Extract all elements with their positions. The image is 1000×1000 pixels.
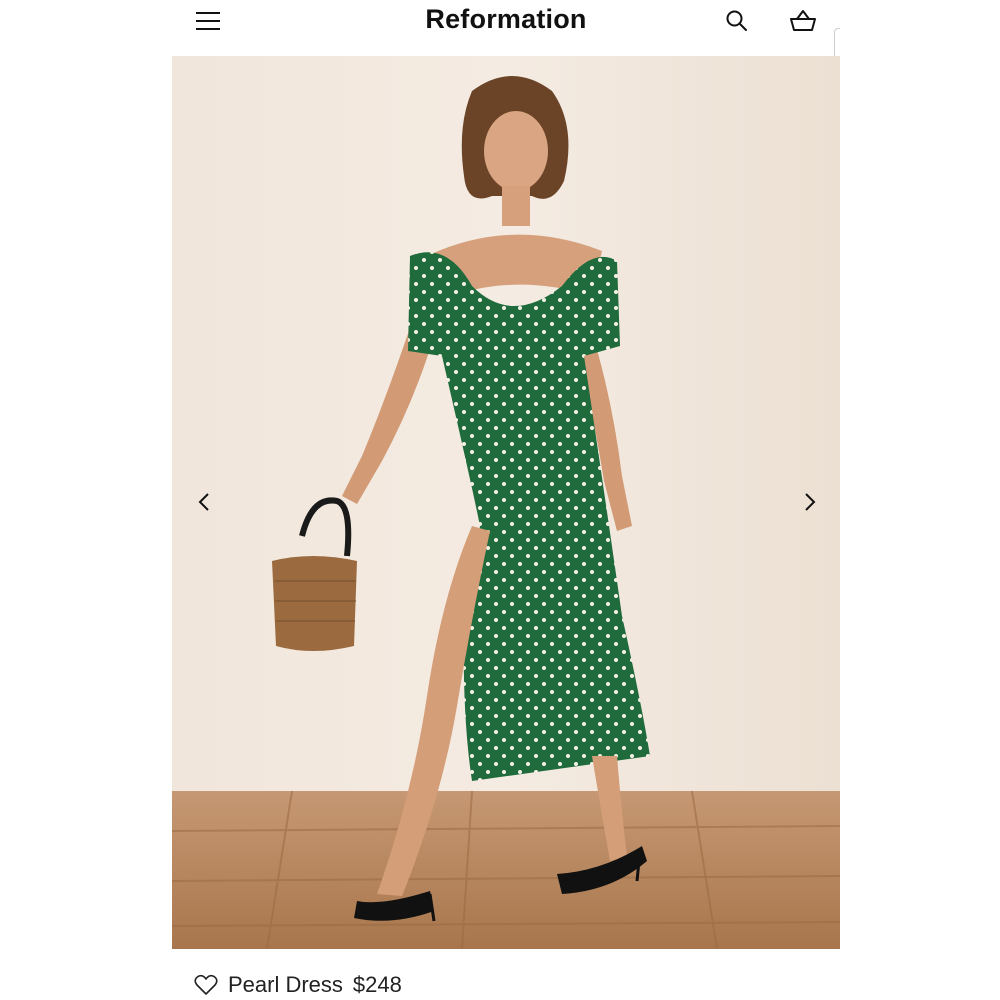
shopping-basket-icon[interactable] (788, 8, 818, 34)
heart-outline-icon[interactable] (194, 974, 218, 996)
product-photo (172, 56, 840, 949)
top-nav-bar: Reformation (172, 0, 840, 44)
chevron-right-icon[interactable] (796, 488, 824, 516)
chevron-left-icon[interactable] (190, 488, 218, 516)
product-page: Reformation Pearl Dress $248 (0, 0, 1000, 1000)
search-icon[interactable] (724, 8, 750, 34)
product-name[interactable]: Pearl Dress (228, 972, 343, 998)
product-price: $248 (352, 972, 402, 997)
product-info: Pearl Dress $248 (194, 970, 402, 1000)
